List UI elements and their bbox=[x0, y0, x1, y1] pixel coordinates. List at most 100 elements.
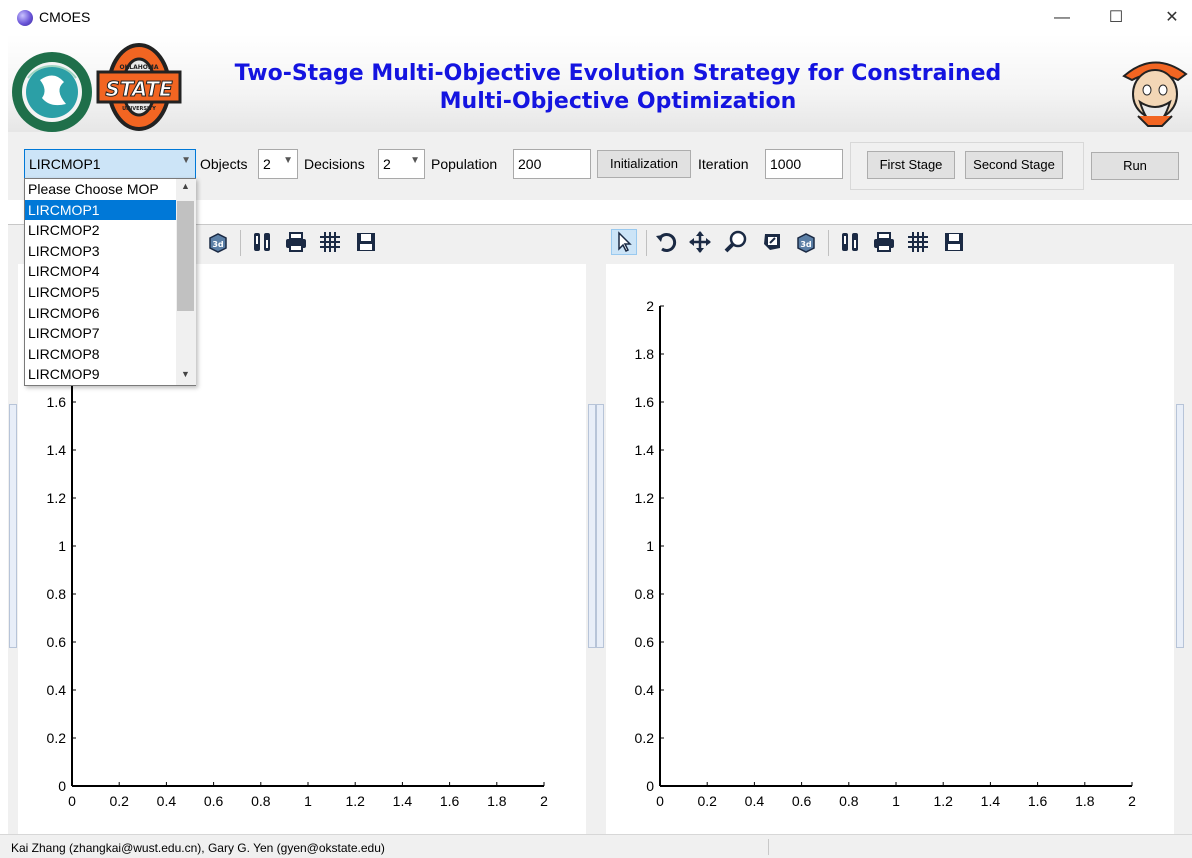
scrollbar-thumb[interactable] bbox=[177, 201, 194, 311]
maximize-button[interactable]: ☐ bbox=[1096, 6, 1136, 30]
mop-option[interactable]: LIRCMOP4 bbox=[25, 261, 176, 282]
x-tick-label: 1.6 bbox=[440, 793, 460, 809]
cursor-icon[interactable] bbox=[611, 229, 637, 255]
mop-option[interactable]: Please Choose MOP bbox=[25, 179, 176, 200]
x-tick-label: 0 bbox=[68, 793, 76, 809]
close-button[interactable]: ✕ bbox=[1152, 6, 1192, 30]
population-input[interactable]: 200 bbox=[513, 149, 591, 179]
pistol-pete-logo bbox=[1122, 61, 1188, 127]
iteration-label: Iteration bbox=[698, 156, 749, 172]
print-icon[interactable] bbox=[872, 230, 896, 254]
grid-icon[interactable] bbox=[906, 230, 930, 254]
right-plot[interactable]: 0 0.2 0.4 0.6 0.8 1 1.2 1.4 1.6 1.8 2 0 0.2 0.4 0.6 0.8… bbox=[606, 264, 1174, 834]
save-icon[interactable] bbox=[942, 230, 966, 254]
iteration-input[interactable]: 1000 bbox=[765, 149, 843, 179]
center-splitter-right[interactable] bbox=[596, 404, 604, 648]
mop-option[interactable]: LIRCMOP6 bbox=[25, 303, 176, 324]
y-tick-label: 1.4 bbox=[635, 442, 655, 458]
mop-option[interactable]: LIRCMOP5 bbox=[25, 282, 176, 303]
svg-text:STATE: STATE bbox=[105, 77, 173, 101]
decisions-label: Decisions bbox=[304, 156, 365, 172]
x-tick-label: 0.4 bbox=[745, 793, 765, 809]
properties-icon[interactable] bbox=[250, 230, 274, 254]
mop-option[interactable]: LIRCMOP3 bbox=[25, 241, 176, 262]
x-tick-label: 1.8 bbox=[1075, 793, 1095, 809]
svg-text:UNIVERSITY: UNIVERSITY bbox=[122, 106, 156, 112]
objects-select-value: 2 bbox=[263, 156, 271, 172]
toolbar-separator bbox=[646, 230, 647, 256]
osu-logo: STATE OKLAHOMA UNIVERSITY bbox=[96, 43, 182, 131]
x-tick-label: 1.2 bbox=[933, 793, 953, 809]
first-stage-button[interactable]: First Stage bbox=[867, 151, 955, 179]
pan-icon[interactable] bbox=[688, 230, 712, 254]
chevron-down-icon: ▼ bbox=[283, 155, 293, 166]
toolbar-separator bbox=[240, 230, 241, 256]
minimize-button[interactable]: — bbox=[1042, 6, 1082, 30]
toolbar-separator bbox=[828, 230, 829, 256]
y-tick-label: 0.4 bbox=[47, 682, 67, 698]
left-edge-splitter[interactable] bbox=[9, 404, 17, 648]
second-stage-button[interactable]: Second Stage bbox=[965, 151, 1063, 179]
right-plot-toolbar: 3d bbox=[608, 226, 988, 262]
3d-icon[interactable]: 3d bbox=[206, 230, 230, 254]
zoom-icon[interactable] bbox=[724, 230, 748, 254]
x-tick-label: 1.2 bbox=[345, 793, 365, 809]
x-tick-label: 1.4 bbox=[393, 793, 413, 809]
wust-logo bbox=[12, 52, 92, 132]
rotate-icon[interactable] bbox=[654, 230, 678, 254]
population-label: Population bbox=[431, 156, 498, 172]
x-tick-label: 0.2 bbox=[109, 793, 129, 809]
mop-select[interactable]: LIRCMOP1 ▼ bbox=[24, 149, 196, 179]
grid-icon[interactable] bbox=[318, 230, 342, 254]
scroll-down-icon[interactable]: ▼ bbox=[181, 369, 190, 379]
x-tick-label: 0.8 bbox=[839, 793, 859, 809]
center-splitter-left[interactable] bbox=[588, 404, 596, 648]
right-edge-splitter[interactable] bbox=[1176, 404, 1184, 648]
mop-option[interactable]: LIRCMOP1 bbox=[25, 199, 176, 221]
y-tick-label: 0.8 bbox=[47, 586, 67, 602]
x-tick-label: 1.6 bbox=[1028, 793, 1048, 809]
mop-dropdown-list[interactable]: Please Choose MOP LIRCMOP1 LIRCMOP2 LIRCMOP… bbox=[24, 178, 196, 386]
y-tick-label: 0.6 bbox=[635, 634, 655, 650]
mop-option[interactable]: LIRCMOP9 bbox=[25, 364, 176, 385]
y-tick-label: 0.2 bbox=[47, 730, 67, 746]
header-banner: STATE OKLAHOMA UNIVERSITY Two-Stage Mult… bbox=[8, 34, 1192, 132]
print-icon[interactable] bbox=[284, 230, 308, 254]
y-tick-label: 1.8 bbox=[635, 346, 655, 362]
svg-text:OKLAHOMA: OKLAHOMA bbox=[120, 64, 159, 71]
zoom-box-icon[interactable] bbox=[760, 230, 784, 254]
y-tick-label: 0.6 bbox=[47, 634, 67, 650]
mop-option[interactable]: LIRCMOP8 bbox=[25, 344, 176, 365]
mop-select-value: LIRCMOP1 bbox=[29, 156, 101, 172]
x-tick-label: 0.6 bbox=[792, 793, 812, 809]
initialization-button[interactable]: Initialization bbox=[597, 150, 691, 178]
app-icon bbox=[17, 10, 33, 26]
page-title: Two-Stage Multi-Objective Evolution Stra… bbox=[208, 60, 1028, 116]
status-text: Kai Zhang (zhangkai@wust.edu.cn), Gary G… bbox=[11, 841, 385, 855]
save-icon[interactable] bbox=[354, 230, 378, 254]
y-tick-label: 0.4 bbox=[635, 682, 655, 698]
y-tick-label: 1.4 bbox=[47, 442, 67, 458]
title-line-2: Multi-Objective Optimization bbox=[439, 89, 797, 114]
y-tick-label: 1 bbox=[646, 538, 654, 554]
decisions-select[interactable]: 2 ▼ bbox=[378, 149, 425, 179]
x-tick-label: 0 bbox=[656, 793, 664, 809]
x-tick-label: 1.8 bbox=[487, 793, 507, 809]
y-tick-label: 1.2 bbox=[47, 490, 67, 506]
y-tick-label: 1.6 bbox=[635, 394, 655, 410]
status-separator bbox=[768, 839, 769, 855]
properties-icon[interactable] bbox=[838, 230, 862, 254]
y-tick-label: 0.8 bbox=[635, 586, 655, 602]
run-button[interactable]: Run bbox=[1091, 152, 1179, 180]
objects-select[interactable]: 2 ▼ bbox=[258, 149, 298, 179]
3d-icon[interactable]: 3d bbox=[794, 230, 818, 254]
right-plot-svg: 0 0.2 0.4 0.6 0.8 1 1.2 1.4 1.6 1.8 2 0 0.2 0.4 0.6 0.8… bbox=[635, 298, 1137, 809]
list-scrollbar[interactable]: ▲ ▼ bbox=[176, 179, 196, 385]
scroll-up-icon[interactable]: ▲ bbox=[181, 181, 190, 191]
y-tick-label: 1 bbox=[58, 538, 66, 554]
decisions-select-value: 2 bbox=[383, 156, 391, 172]
mop-option[interactable]: LIRCMOP2 bbox=[25, 220, 176, 241]
x-tick-label: 1.4 bbox=[981, 793, 1001, 809]
y-tick-label: 0 bbox=[646, 778, 654, 794]
mop-option[interactable]: LIRCMOP7 bbox=[25, 323, 176, 344]
